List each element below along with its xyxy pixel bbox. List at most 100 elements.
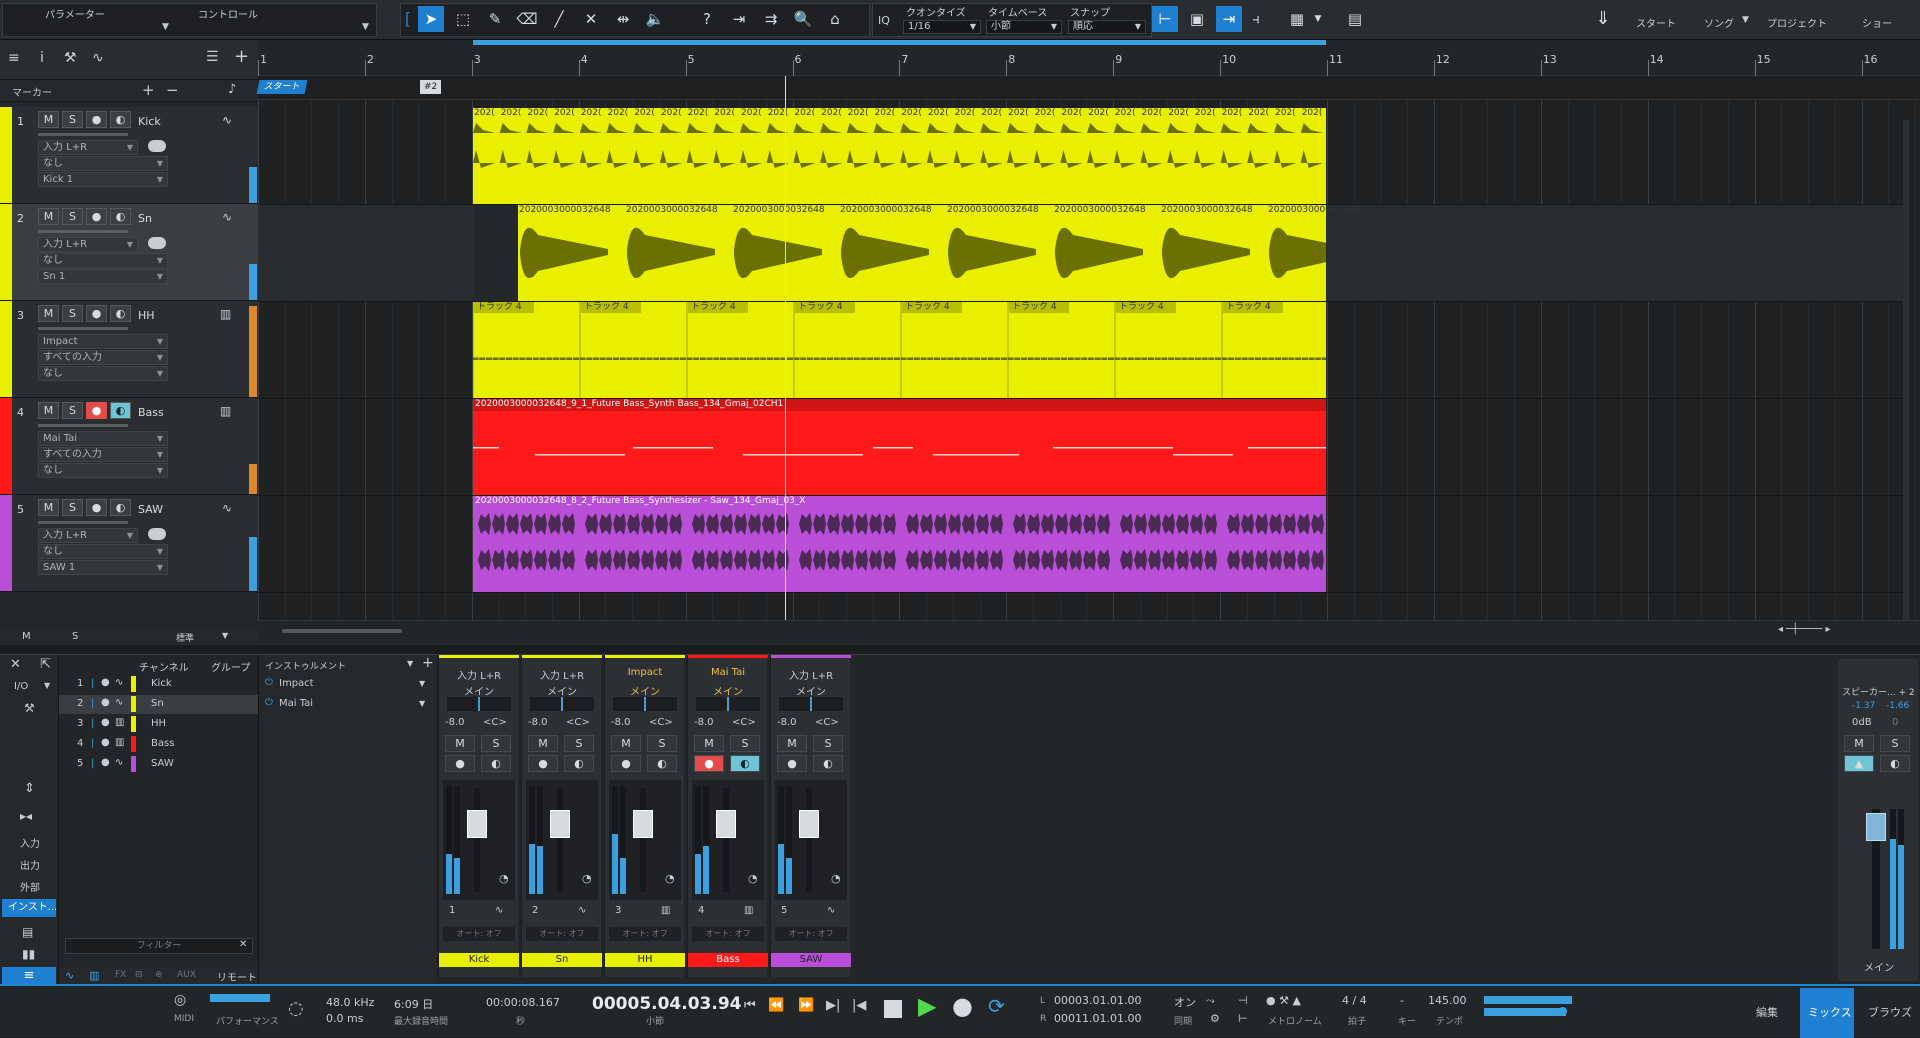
snap-next-icon[interactable]: ⇥	[726, 6, 752, 32]
automation-mode[interactable]: オート: オフ	[775, 927, 847, 941]
vca-filter-icon[interactable]: ⊕	[155, 970, 163, 980]
strip-record-icon[interactable]: ●	[611, 755, 641, 772]
output-dropdown[interactable]: なし ▼	[38, 366, 168, 381]
footer-std[interactable]: 標準	[176, 631, 194, 644]
remove-marker-icon[interactable]: −	[166, 81, 179, 99]
solo-button[interactable]: S	[62, 111, 83, 128]
automation-mode[interactable]: オート: オフ	[609, 927, 681, 941]
tab-channel[interactable]: チャンネル	[139, 659, 189, 674]
knob-icon[interactable]: ◔	[831, 872, 841, 885]
show-page-button[interactable]: ショー	[1862, 15, 1892, 30]
snap-cursor-icon[interactable]: ▣	[1184, 6, 1210, 32]
strip-solo-button[interactable]: S	[730, 735, 760, 752]
lane-saw[interactable]: 2020003000032648_8_2_Future Bass_Synthes…	[258, 496, 1908, 593]
quantize-dropdown[interactable]: 1/16 ▼	[903, 20, 981, 34]
lane-sn[interactable]: 2020003000032648 2020003000032648 20200030…	[258, 205, 1908, 302]
browse-view-button[interactable]: ブラウズ	[1868, 1004, 1912, 1020]
clear-filter-icon[interactable]: ✕	[239, 939, 247, 950]
pan-knob[interactable]	[447, 697, 511, 711]
strip-output[interactable]: メイン	[688, 683, 768, 698]
strip-pan[interactable]: <C>	[483, 717, 507, 728]
playhead[interactable]	[785, 76, 786, 621]
play-icon[interactable]: ▶	[918, 992, 936, 1020]
stop-icon[interactable]	[884, 1000, 902, 1018]
strip-monitor-icon[interactable]: ◐	[564, 755, 594, 772]
strip-input[interactable]: Impact	[605, 667, 685, 678]
prev-icon[interactable]: |◀	[852, 998, 866, 1013]
strip-record-icon[interactable]: ●	[777, 755, 807, 772]
strip-pan[interactable]: <C>	[815, 717, 839, 728]
channel-list-item[interactable]: 3 | ● ▥ HH	[59, 715, 259, 734]
strip-monitor-icon[interactable]: ◐	[813, 755, 843, 772]
instrument-dropdown[interactable]: Impact ▼	[38, 334, 168, 349]
rack-icon[interactable]: ▤	[22, 925, 33, 939]
mute-button[interactable]: M	[38, 208, 59, 225]
monitor-button[interactable]: ◐	[110, 402, 131, 419]
mix-view-button[interactable]: ミックス	[1808, 1004, 1852, 1020]
bend-tool-icon[interactable]: ⇹	[610, 6, 636, 32]
tempo-value[interactable]: 145.00	[1428, 994, 1467, 1007]
hh-clip[interactable]: トラック 4 トラック 4 トラック 4 トラック 4 トラック 4 トラック 4 トラック…	[472, 302, 1328, 398]
chevron-down-icon[interactable]: ▼	[162, 22, 169, 32]
master-mute-button[interactable]: M	[1844, 735, 1874, 752]
visible-icon[interactable]: ●	[101, 757, 110, 768]
pan-knob[interactable]	[779, 697, 843, 711]
sync-value[interactable]: オン	[1174, 994, 1196, 1010]
loop-range[interactable]	[473, 40, 1326, 45]
add-instrument-icon[interactable]: +	[422, 655, 434, 671]
track-volume[interactable]	[38, 521, 128, 524]
snap-left-icon[interactable]: ⊢	[1152, 6, 1178, 32]
knob-icon[interactable]: ◔	[499, 872, 509, 885]
collapse-icon[interactable]: ▸◂	[20, 809, 32, 823]
track-name[interactable]: Kick	[138, 115, 161, 128]
return-to-zero-icon[interactable]: ⏮	[744, 998, 756, 1013]
song-page-button[interactable]: ソング	[1704, 15, 1734, 30]
track-header-kick[interactable]: 1 M S ● ◐ Kick ∿ 入力 L+R ▼ なし ▼ Kick 1 ▼	[0, 107, 258, 204]
layer-dropdown[interactable]: Kick 1 ▼	[38, 172, 168, 187]
input-dropdown[interactable]: すべての入力 ▼	[38, 350, 168, 365]
side-external[interactable]: 外部	[20, 879, 40, 894]
bass-clip[interactable]: 2020003000032648_9_1_Future Bass_Synth B…	[473, 399, 1326, 495]
power-icon[interactable]: ⏻	[265, 677, 273, 688]
side-output[interactable]: 出力	[20, 857, 40, 872]
strip-pan[interactable]: <C>	[732, 717, 756, 728]
automation-mode[interactable]: オート: オフ	[526, 927, 598, 941]
mute-button[interactable]: M	[38, 305, 59, 322]
loop-end[interactable]: 00011.01.01.00	[1054, 1012, 1141, 1025]
instrument-item-maitai[interactable]: ⏻ Mai Tai ▼	[259, 695, 437, 713]
video-icon[interactable]: ▤	[1342, 6, 1368, 32]
project-page-button[interactable]: プロジェクト	[1767, 15, 1827, 30]
arrange-view[interactable]: 1 2 3 4 5 6 7 8 9 10 11 12 13 14 15 16 スタート #2 202(202(…	[256, 40, 1920, 645]
knob-icon[interactable]: ◔	[665, 872, 675, 885]
solo-button[interactable]: S	[62, 402, 83, 419]
input-dropdown[interactable]: 入力 L+R ▼	[38, 140, 138, 155]
marker-lane[interactable]: スタート #2	[256, 76, 1920, 100]
volume-fader[interactable]	[467, 810, 487, 838]
strip-record-icon[interactable]: ●	[445, 755, 475, 772]
record-icon[interactable]: ●	[952, 992, 973, 1020]
volume-fader[interactable]	[550, 810, 570, 838]
track-header-sn[interactable]: 2 M S ● ◐ Sn ∿ 入力 L+R ▼ なし ▼ Sn 1 ▼	[0, 204, 258, 301]
lane-hh[interactable]: トラック 4 トラック 4 トラック 4 トラック 4 トラック 4 トラック 4 トラック…	[258, 302, 1908, 399]
strip-volume[interactable]: -8.0	[611, 717, 631, 728]
visible-icon[interactable]: ●	[101, 717, 110, 728]
track-volume[interactable]	[38, 230, 128, 233]
saw-clip[interactable]: 2020003000032648_8_2_Future Bass_Synthes…	[473, 496, 1326, 592]
strip-solo-button[interactable]: S	[481, 735, 511, 752]
input-dropdown[interactable]: すべての入力 ▼	[38, 447, 168, 462]
toggle-icon[interactable]	[148, 140, 166, 152]
strip-output[interactable]: メイン	[522, 683, 602, 698]
strip-solo-button[interactable]: S	[813, 735, 843, 752]
strip-mute-button[interactable]: M	[528, 735, 558, 752]
pan-knob[interactable]	[696, 697, 760, 711]
range-tool-icon[interactable]: ⬚	[450, 6, 476, 32]
mute-button[interactable]: M	[38, 499, 59, 516]
strip-solo-button[interactable]: S	[647, 735, 677, 752]
loop-start[interactable]: 00003.01.01.00	[1054, 994, 1141, 1007]
instrument-dropdown[interactable]: Mai Tai ▼	[38, 431, 168, 446]
preroll-icon[interactable]: ⊣	[1238, 994, 1248, 1007]
output-dropdown[interactable]: なし ▼	[38, 253, 168, 268]
metronome-icon[interactable]: ● ⚒ ▲	[1266, 994, 1301, 1007]
help-icon[interactable]: ?	[694, 6, 720, 32]
channel-list-item[interactable]: 1 | ● ∿ Kick	[59, 675, 259, 694]
